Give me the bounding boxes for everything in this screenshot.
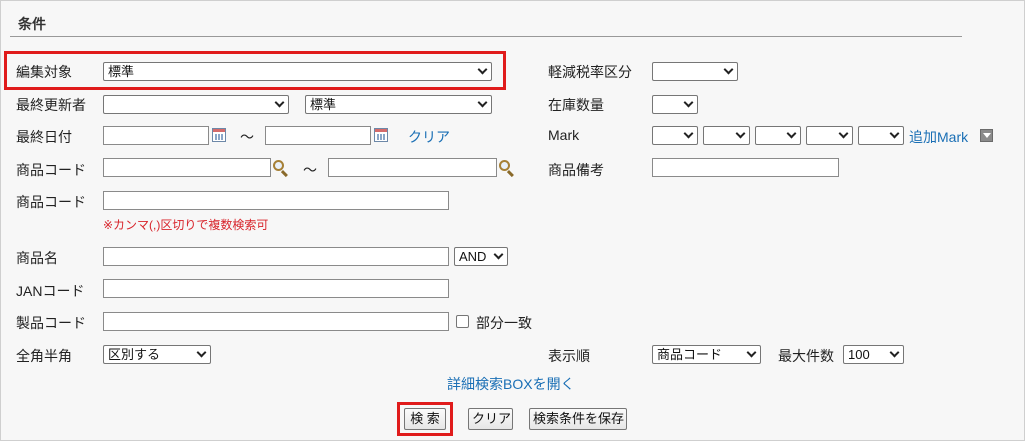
last-date-label: 最終日付 bbox=[16, 129, 72, 145]
mark-select-5[interactable] bbox=[858, 126, 904, 145]
product-name-mode-select[interactable]: AND bbox=[454, 247, 508, 266]
chevron-down-icon bbox=[274, 97, 285, 108]
mark-label: Mark bbox=[548, 127, 580, 143]
mark-select-2[interactable] bbox=[703, 126, 750, 145]
last-updater-label: 最終更新者 bbox=[16, 97, 86, 113]
calendar-icon[interactable] bbox=[212, 128, 226, 142]
chevron-down-icon bbox=[786, 128, 797, 139]
mark-select-3[interactable] bbox=[755, 126, 801, 145]
chevron-down-icon bbox=[683, 97, 694, 108]
chevron-down-icon bbox=[838, 128, 849, 139]
open-detail-search-link[interactable]: 詳細検索BOXを開く bbox=[447, 374, 575, 394]
edit-target-select[interactable]: 標準 bbox=[103, 62, 492, 81]
last-date-from-input[interactable] bbox=[103, 126, 209, 145]
code-range-tilde: 〜 bbox=[303, 162, 317, 178]
sort-value: 商品コード bbox=[657, 347, 723, 362]
tax-rate-select[interactable] bbox=[652, 62, 738, 81]
add-mark-link[interactable]: 追加Mark bbox=[909, 127, 968, 147]
stock-label: 在庫数量 bbox=[548, 97, 604, 113]
product-code-range-label: 商品コード bbox=[16, 162, 86, 178]
date-clear-link[interactable]: クリア bbox=[408, 127, 450, 147]
edit-target-label: 編集対象 bbox=[16, 64, 72, 80]
product-code-multi-input[interactable] bbox=[103, 191, 449, 210]
max-count-select[interactable]: 100 bbox=[843, 345, 904, 364]
product-code-multi-label: 商品コード bbox=[16, 194, 86, 210]
chevron-down-icon bbox=[723, 64, 734, 75]
search-icon[interactable] bbox=[498, 159, 516, 178]
search-button[interactable]: 検 索 bbox=[404, 408, 446, 430]
mark-select-4[interactable] bbox=[806, 126, 853, 145]
chevron-down-icon bbox=[683, 128, 694, 139]
sort-select[interactable]: 商品コード bbox=[652, 345, 761, 364]
chevron-down-icon bbox=[889, 128, 900, 139]
maker-code-input[interactable] bbox=[103, 312, 449, 331]
last-date-to-input[interactable] bbox=[265, 126, 371, 145]
product-name-label: 商品名 bbox=[16, 250, 58, 266]
stock-select[interactable] bbox=[652, 95, 698, 114]
clear-button[interactable]: クリア bbox=[468, 408, 513, 430]
product-code-to-input[interactable] bbox=[328, 158, 497, 177]
jan-code-label: JANコード bbox=[16, 283, 85, 299]
mark-select-1[interactable] bbox=[652, 126, 698, 145]
edit-target-value: 標準 bbox=[108, 64, 135, 79]
date-range-tilde: 〜 bbox=[240, 129, 254, 145]
width-mode-value: 区別する bbox=[108, 347, 161, 362]
sort-label: 表示順 bbox=[548, 348, 590, 364]
product-code-from-input[interactable] bbox=[103, 158, 271, 177]
expand-icon[interactable] bbox=[980, 129, 993, 142]
section-divider bbox=[10, 36, 962, 37]
section-title: 条件 bbox=[18, 16, 46, 32]
last-updater-select[interactable] bbox=[103, 95, 289, 114]
save-conditions-button[interactable]: 検索条件を保存 bbox=[529, 408, 627, 430]
width-mode-select[interactable]: 区別する bbox=[103, 345, 211, 364]
product-note-label: 商品備考 bbox=[548, 162, 604, 178]
product-note-input[interactable] bbox=[652, 158, 839, 177]
comma-separator-note: ※カンマ(,)区切りで複数検索可 bbox=[103, 218, 269, 232]
last-updater-scope-value: 標準 bbox=[310, 97, 337, 112]
jan-code-input[interactable] bbox=[103, 279, 449, 298]
last-updater-scope-select[interactable]: 標準 bbox=[305, 95, 492, 114]
search-icon[interactable] bbox=[272, 159, 290, 178]
tax-rate-label: 軽減税率区分 bbox=[548, 64, 632, 80]
width-mode-label: 全角半角 bbox=[16, 348, 72, 364]
calendar-icon[interactable] bbox=[374, 128, 388, 142]
product-name-input[interactable] bbox=[103, 247, 449, 266]
partial-match-label: 部分一致 bbox=[476, 315, 532, 331]
max-count-label: 最大件数 bbox=[778, 348, 834, 364]
partial-match-checkbox[interactable] bbox=[456, 315, 469, 328]
maker-code-label: 製品コード bbox=[16, 315, 86, 331]
chevron-down-icon bbox=[735, 128, 746, 139]
